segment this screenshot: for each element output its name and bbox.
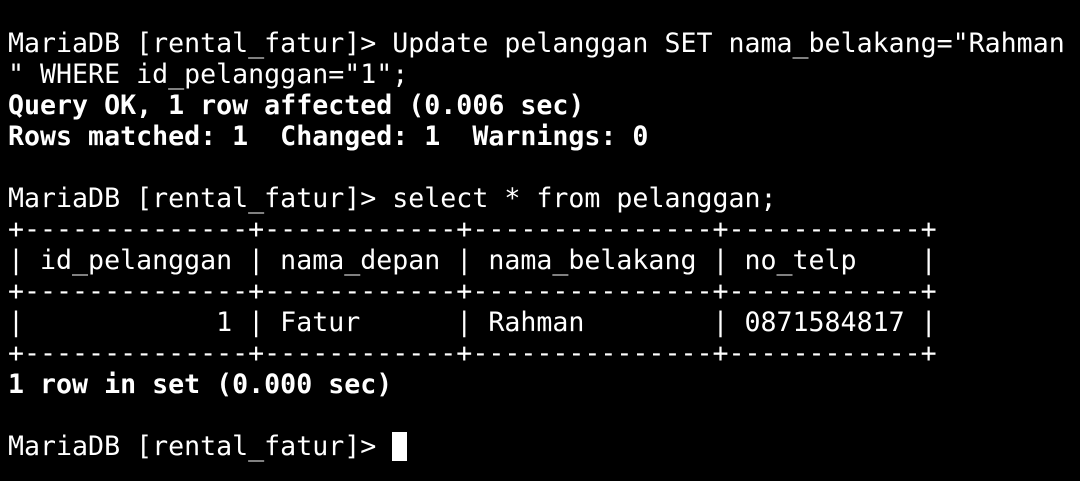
table-border-bottom: +--------------+------------+-----------… xyxy=(8,338,937,369)
mysql-prompt: MariaDB [rental_fatur]> xyxy=(8,183,393,214)
select-command-line: MariaDB [rental_fatur]> select * from pe… xyxy=(8,183,1080,214)
rows-matched-message: Rows matched: 1 Changed: 1 Warnings: 0 xyxy=(8,121,649,152)
mysql-prompt: MariaDB [rental_fatur]> xyxy=(8,431,393,462)
select-command-text: select * from pelanggan; xyxy=(392,183,777,214)
update-command-text: Update pelanggan SET nama_belakang="Rahm… xyxy=(392,28,1065,59)
terminal-window[interactable]: MariaDB [rental_fatur]> Update pelanggan… xyxy=(0,0,1080,481)
table-header-row: | id_pelanggan | nama_depan | nama_belak… xyxy=(8,245,937,276)
result-summary: 1 row in set (0.000 sec) xyxy=(8,369,393,400)
table-border-mid: +--------------+------------+-----------… xyxy=(8,276,937,307)
update-command-line: MariaDB [rental_fatur]> Update pelanggan… xyxy=(8,28,1080,59)
mysql-prompt: MariaDB [rental_fatur]> xyxy=(8,28,393,59)
text-cursor[interactable] xyxy=(392,432,408,461)
table-row: | 1 | Fatur | Rahman | 0871584817 | xyxy=(8,307,937,338)
update-command-continuation: " WHERE id_pelanggan="1"; xyxy=(8,59,409,90)
query-ok-message: Query OK, 1 row affected (0.006 sec) xyxy=(8,90,585,121)
table-border-top: +--------------+------------+-----------… xyxy=(8,214,937,245)
active-prompt-line[interactable]: MariaDB [rental_fatur]> xyxy=(8,431,1080,462)
